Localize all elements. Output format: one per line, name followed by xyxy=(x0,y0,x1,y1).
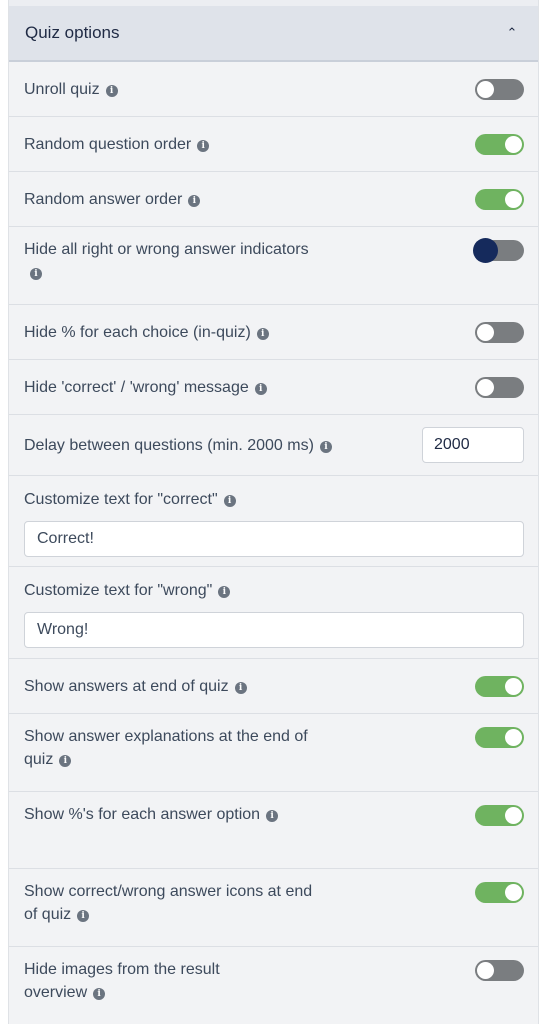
info-icon[interactable]: i xyxy=(188,194,201,207)
unroll-quiz-toggle[interactable] xyxy=(475,78,524,100)
option-row-show-explanations-end: Show answer explanations at the end of q… xyxy=(9,714,538,792)
option-row-delay: Delay between questions (min. 2000 ms) i xyxy=(9,415,538,476)
info-icon[interactable]: i xyxy=(30,268,42,280)
info-icon[interactable]: i xyxy=(197,139,210,152)
toggle-knob xyxy=(477,962,494,979)
option-row-hide-correct-wrong-message: Hide 'correct' / 'wrong' message i xyxy=(9,360,538,415)
toggle-knob xyxy=(477,378,494,396)
hide-percent-choice-toggle[interactable] xyxy=(475,321,524,343)
option-row-custom-correct: Customize text for "correct" i xyxy=(9,476,538,567)
toggle-knob xyxy=(473,238,498,263)
option-label-custom-correct: Customize text for "correct" xyxy=(24,491,218,508)
info-icon[interactable]: i xyxy=(93,988,106,1000)
info-icon[interactable]: i xyxy=(59,755,72,767)
custom-wrong-input[interactable] xyxy=(24,612,524,648)
option-row-random-question-order: Random question order i xyxy=(9,117,538,172)
show-icons-end-toggle[interactable] xyxy=(475,882,524,903)
info-icon[interactable]: i xyxy=(234,681,247,694)
toggle-knob xyxy=(505,884,522,901)
random-answer-order-toggle[interactable] xyxy=(475,188,524,210)
info-icon[interactable]: i xyxy=(218,586,231,598)
chevron-up-icon[interactable]: ⌃ xyxy=(504,25,520,41)
option-label-custom-wrong: Customize text for "wrong" xyxy=(24,582,213,599)
option-label-delay: Delay between questions (min. 2000 ms) xyxy=(24,436,314,454)
option-row-show-icons-end: Show correct/wrong answer icons at end o… xyxy=(9,869,538,947)
option-row-show-answers-end: Show answers at end of quiz i xyxy=(9,659,538,714)
info-icon[interactable]: i xyxy=(105,84,118,97)
info-icon[interactable]: i xyxy=(223,495,236,507)
toggle-knob xyxy=(505,190,522,208)
option-label-random-answer-order: Random answer order xyxy=(24,190,183,208)
quiz-options-header[interactable]: Quiz options ⌃ xyxy=(9,0,538,62)
info-icon[interactable]: i xyxy=(319,440,332,453)
option-label-hide-percent-choice: Hide % for each choice (in-quiz) xyxy=(24,323,251,341)
info-icon[interactable]: i xyxy=(266,810,279,822)
toggle-knob xyxy=(477,323,494,341)
info-icon[interactable]: i xyxy=(256,327,269,340)
hide-images-result-toggle[interactable] xyxy=(475,960,524,981)
quiz-options-panel: Quiz options ⌃ Unroll quiz i Random quest… xyxy=(8,0,539,1024)
option-row-hide-indicators: Hide all right or wrong answer indicator… xyxy=(9,227,538,305)
toggle-knob xyxy=(505,677,522,695)
info-icon[interactable]: i xyxy=(77,910,90,922)
custom-correct-input[interactable] xyxy=(24,521,524,557)
option-row-unroll-quiz: Unroll quiz i xyxy=(9,62,538,117)
quiz-options-title: Quiz options xyxy=(25,23,120,42)
option-row-random-answer-order: Random answer order i xyxy=(9,172,538,227)
option-label-show-percent-option: Show %'s for each answer option xyxy=(24,806,261,823)
toggle-knob xyxy=(505,135,522,153)
info-icon[interactable]: i xyxy=(254,382,267,395)
option-label-hide-correct-wrong-message: Hide 'correct' / 'wrong' message xyxy=(24,378,249,396)
option-label-show-answers-end: Show answers at end of quiz xyxy=(24,677,229,695)
option-label-hide-images-result: Hide images from the result overview xyxy=(24,961,220,1001)
toggle-knob xyxy=(505,729,522,746)
show-explanations-end-toggle[interactable] xyxy=(475,727,524,748)
delay-input[interactable] xyxy=(422,427,524,463)
option-label-random-question-order: Random question order xyxy=(24,135,192,153)
hide-correct-wrong-message-toggle[interactable] xyxy=(475,376,524,398)
option-row-custom-wrong: Customize text for "wrong" i xyxy=(9,567,538,659)
option-label-show-icons-end: Show correct/wrong answer icons at end o… xyxy=(24,883,313,923)
option-label-hide-indicators: Hide all right or wrong answer indicator… xyxy=(24,241,309,258)
random-question-order-toggle[interactable] xyxy=(475,133,524,155)
toggle-knob xyxy=(505,807,522,824)
toggle-knob xyxy=(477,80,494,98)
hide-indicators-toggle[interactable] xyxy=(473,238,524,263)
show-percent-option-toggle[interactable] xyxy=(475,805,524,826)
show-answers-end-toggle[interactable] xyxy=(475,675,524,697)
option-row-show-percent-option: Show %'s for each answer option i xyxy=(9,792,538,869)
option-label-unroll-quiz: Unroll quiz xyxy=(24,80,100,98)
option-row-hide-images-result: Hide images from the result overview i xyxy=(9,947,538,1024)
option-row-hide-percent-choice: Hide % for each choice (in-quiz) i xyxy=(9,305,538,360)
